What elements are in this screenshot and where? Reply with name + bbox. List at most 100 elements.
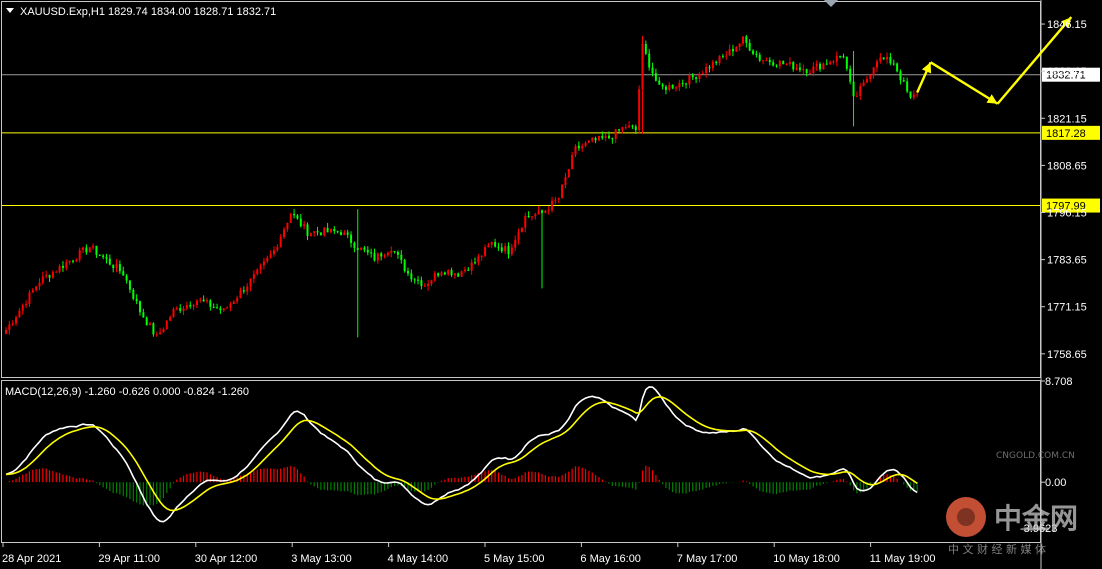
time-label-8: 10 May 18:00 [773,553,840,565]
candle-body [128,280,131,290]
candle-body [504,246,507,252]
candle-body [329,228,332,233]
candle-body [480,255,483,257]
candle-body [293,213,296,216]
candle-body [366,249,369,253]
time-label-0: 28 Apr 2021 [2,553,61,565]
candle-body [400,254,403,260]
candle-body [189,304,192,307]
candle-body [155,334,158,336]
candle-body [195,300,198,306]
candle-body [58,265,61,272]
candle-body [785,64,788,66]
candle-body [356,247,359,250]
candle-body [651,67,654,74]
candle-body [276,247,279,251]
candle-body [15,317,18,324]
candle-body [279,237,282,248]
candle-body [839,55,842,57]
candle-body [31,289,34,293]
price-tick-6: 1771.15 [1047,302,1087,314]
candle-body [149,323,152,326]
candle-body [614,129,617,139]
candle-body [142,312,145,318]
candle-body [567,168,570,177]
candle-body [219,308,222,311]
candle-body [725,55,728,57]
candle-body [326,227,329,233]
candle-body [554,199,557,201]
candle-body [547,210,550,212]
candle-body [175,308,178,310]
watermark-tagline: 中 文 财 经 新 媒 体 [948,542,1046,556]
candle-body [390,250,393,253]
candle-body [869,75,872,80]
candle-body [269,254,272,258]
candle-body [805,69,808,73]
candle-body [484,247,487,256]
candle-body [819,63,822,70]
candle-body [490,242,493,246]
candle-body [571,154,574,169]
hline-price-label-1: 1817.28 [1046,128,1086,140]
candle-body [675,87,677,89]
candle-body [259,265,262,270]
trading-chart[interactable]: XAUUSD.Exp,H1 1829.74 1834.00 1828.71 18… [0,0,1102,569]
logo-inner [957,508,975,526]
candle-body [678,83,681,88]
candle-body [608,135,610,139]
candle-body [557,197,560,200]
candle-body [85,247,88,253]
candle-body [624,127,627,129]
time-label-7: 7 May 17:00 [677,553,738,565]
candle-body [798,67,801,70]
candle-body [115,264,118,269]
candle-body [396,251,399,255]
candle-body [132,289,135,299]
price-axis: 1832.711817.281797.991846.151833.651821.… [1041,19,1100,361]
price-tick-2: 1821.15 [1047,113,1087,125]
candle-body [105,257,108,259]
candle-body [745,36,748,43]
candle-body [246,286,249,292]
candle-body [72,260,74,262]
candle-body [266,257,269,262]
candle-body [360,247,363,250]
candle-body [644,44,647,54]
candle-body [209,300,212,307]
candle-body [507,246,510,255]
macd-tick-0: 8.708 [1045,376,1073,388]
time-label-4: 4 May 14:00 [388,553,449,565]
candle-body [855,95,858,97]
candle-body [587,140,590,143]
candle-body [206,300,208,302]
candle-body [28,292,31,304]
candle-body [534,214,537,217]
watermark-brand: 中金网 [994,502,1078,535]
candle-body [450,270,453,276]
candle-body [393,250,396,252]
candle-body [433,273,436,281]
candle-body [792,61,795,70]
candle-body [906,81,909,92]
candle-body [25,303,28,306]
candle-body [169,317,172,321]
candle-body [872,67,875,76]
candle-body [125,275,128,281]
candle-body [487,245,490,248]
candle-body [551,200,554,211]
candle-body [88,247,91,253]
candle-body [899,71,902,81]
candle-body [728,49,731,56]
candle-body [638,89,641,131]
candle-body [232,301,235,305]
candle-body [731,49,734,52]
candle-body [721,55,724,57]
candle-body [852,81,855,97]
candle-body [708,67,711,69]
candle-body [688,75,691,85]
price-tick-0: 1846.15 [1047,19,1087,31]
candle-body [172,308,175,318]
candle-body [527,215,530,217]
candle-body [102,255,105,258]
